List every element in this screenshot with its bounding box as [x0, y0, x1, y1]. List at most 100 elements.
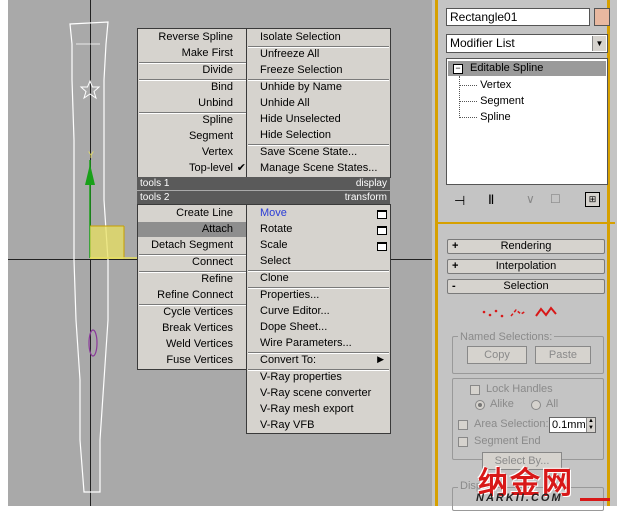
stack-item-spline-label: Spline: [480, 111, 511, 123]
menu-freeze-selection[interactable]: Freeze Selection: [247, 63, 390, 78]
object-color-swatch[interactable]: [594, 8, 610, 26]
make-unique-icon[interactable]: ∨: [526, 192, 535, 206]
configure-modifier-sets-icon[interactable]: ⊞: [585, 192, 600, 207]
dropdown-arrow-icon: ▼: [592, 36, 606, 51]
spinner-arrows-icon[interactable]: ▲ ▼: [586, 418, 595, 432]
menu-vertex[interactable]: Vertex: [138, 145, 247, 160]
quad-label-display: display: [247, 177, 390, 190]
lock-handles-checkbox[interactable]: [470, 385, 480, 395]
selection-level-icons: [482, 306, 557, 318]
menu-refine-connect[interactable]: Refine Connect: [138, 288, 247, 303]
menu-connect[interactable]: Connect: [138, 255, 247, 270]
menu-properties[interactable]: Properties...: [247, 288, 390, 303]
stack-item-spline[interactable]: Spline: [459, 110, 511, 125]
modifier-stack[interactable]: − Editable Spline Vertex Segment Spline: [446, 58, 608, 185]
menu-curve-editor[interactable]: Curve Editor...: [247, 304, 390, 319]
menu-detach-segment[interactable]: Detach Segment: [138, 238, 247, 253]
menu-wire-parameters[interactable]: Wire Parameters...: [247, 336, 390, 351]
menu-segment[interactable]: Segment: [138, 129, 247, 144]
menu-vray-mesh-export[interactable]: V-Ray mesh export: [247, 402, 390, 417]
vertex-level-icon[interactable]: [482, 309, 504, 318]
stack-item-vertex[interactable]: Vertex: [459, 78, 511, 93]
copy-button[interactable]: Copy: [467, 346, 527, 364]
menu-bind[interactable]: Bind: [138, 80, 247, 95]
menu-divide[interactable]: Divide: [138, 63, 247, 78]
menu-vray-properties[interactable]: V-Ray properties: [247, 370, 390, 385]
rollout-interpolation-label: Interpolation: [495, 260, 557, 272]
all-radio-icon[interactable]: [531, 400, 541, 410]
scale-settings-icon[interactable]: [377, 242, 387, 251]
menu-reverse-spline[interactable]: Reverse Spline: [138, 30, 247, 45]
menu-clone[interactable]: Clone: [247, 271, 390, 286]
area-selection-spinner[interactable]: 0.1mm ▲ ▼: [549, 417, 596, 433]
quad-label-tools1: tools 1: [137, 177, 247, 190]
stack-item-editable-spline[interactable]: − Editable Spline: [448, 61, 606, 76]
named-selections-legend: Named Selections:: [458, 331, 555, 343]
menu-hide-selection[interactable]: Hide Selection: [247, 128, 390, 143]
area-selection-value: 0.1mm: [552, 419, 586, 431]
rollout-interpolation[interactable]: + Interpolation: [447, 259, 605, 274]
segment-end-checkbox[interactable]: [458, 437, 468, 447]
rollout-selection-sign: -: [452, 280, 456, 292]
menu-top-level[interactable]: Top-level: [138, 161, 247, 176]
remove-modifier-icon[interactable]: ☐: [550, 192, 561, 206]
quad-top-left: Reverse Spline Make First Divide Bind Un…: [137, 28, 248, 178]
menu-create-line[interactable]: Create Line: [138, 206, 247, 221]
segment-level-icon[interactable]: [510, 308, 527, 317]
stack-item-segment[interactable]: Segment: [459, 94, 524, 109]
show-end-result-icon[interactable]: Ⅱ: [488, 192, 494, 208]
pin-stack-icon[interactable]: ⊣: [454, 193, 465, 209]
vertex-star-icon: [79, 79, 101, 100]
rotate-settings-icon[interactable]: [377, 226, 387, 235]
vertex-ellipse: [88, 329, 98, 357]
menu-unbind[interactable]: Unbind: [138, 96, 247, 111]
rollout-rendering[interactable]: + Rendering: [447, 239, 605, 254]
rollout-rendering-sign: +: [452, 240, 459, 252]
modifier-list-dropdown[interactable]: Modifier List ▼: [446, 34, 608, 53]
menu-select[interactable]: Select: [247, 254, 390, 269]
menu-hide-unselected[interactable]: Hide Unselected: [247, 112, 390, 127]
area-selection-checkbox[interactable]: [458, 420, 468, 430]
modifier-list-label: Modifier List: [450, 36, 515, 50]
rollout-interpolation-sign: +: [452, 260, 459, 272]
paste-button[interactable]: Paste: [535, 346, 591, 364]
alike-radio-icon[interactable]: [475, 400, 485, 410]
area-selection-label: Area Selection:: [474, 418, 549, 430]
quad-label-transform: transform: [247, 191, 390, 204]
menu-convert-to[interactable]: Convert To:: [247, 353, 390, 368]
menu-manage-scene-states[interactable]: Manage Scene States...: [247, 161, 390, 176]
move-settings-icon[interactable]: [377, 210, 387, 219]
object-name-input[interactable]: [446, 8, 590, 26]
quad-bottom-left: Create Line Attach Detach Segment Connec…: [137, 204, 248, 370]
menu-rotate[interactable]: Rotate: [247, 222, 390, 237]
menu-break-vertices[interactable]: Break Vertices: [138, 321, 247, 336]
menu-cycle-vertices[interactable]: Cycle Vertices: [138, 305, 247, 320]
menu-spline[interactable]: Spline: [138, 113, 247, 128]
menu-refine[interactable]: Refine: [138, 272, 247, 287]
quad-label-tools2: tools 2: [137, 191, 247, 204]
menu-top-level-label: Top-level: [188, 162, 233, 174]
menu-vray-vfb[interactable]: V-Ray VFB: [247, 418, 390, 433]
menu-fuse-vertices[interactable]: Fuse Vertices: [138, 353, 247, 368]
menu-make-first[interactable]: Make First: [138, 46, 247, 61]
spline-level-icon[interactable]: [535, 306, 557, 317]
rollout-selection-label: Selection: [503, 280, 549, 292]
menu-isolate-selection[interactable]: Isolate Selection: [247, 30, 390, 45]
menu-unhide-all[interactable]: Unhide All: [247, 96, 390, 111]
menu-scale[interactable]: Scale: [247, 238, 390, 253]
collapse-minus-icon[interactable]: −: [453, 64, 463, 74]
menu-dope-sheet[interactable]: Dope Sheet...: [247, 320, 390, 335]
stack-toolbar: ⊣ Ⅱ ∨ ☐ ⊞: [446, 190, 608, 212]
lock-handles-label: Lock Handles: [486, 383, 553, 395]
menu-weld-vertices[interactable]: Weld Vertices: [138, 337, 247, 352]
menu-vray-scene-converter[interactable]: V-Ray scene converter: [247, 386, 390, 401]
menu-unhide-by-name[interactable]: Unhide by Name: [247, 80, 390, 95]
menu-save-scene-state[interactable]: Save Scene State...: [247, 145, 390, 160]
quad-top-right: Isolate Selection Unfreeze All Freeze Se…: [246, 28, 391, 178]
watermark-url-text: NARKII.COM: [476, 492, 563, 504]
stack-item-vertex-label: Vertex: [480, 79, 512, 91]
menu-move[interactable]: Move: [247, 206, 390, 221]
menu-attach[interactable]: Attach: [138, 222, 247, 237]
menu-unfreeze-all[interactable]: Unfreeze All: [247, 47, 390, 62]
rollout-selection[interactable]: - Selection: [447, 279, 605, 294]
